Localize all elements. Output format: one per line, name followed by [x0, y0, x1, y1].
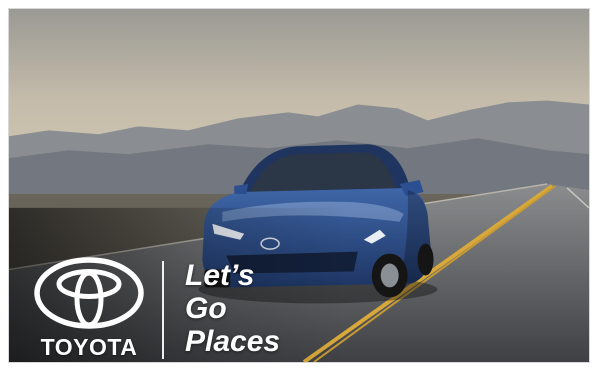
tagline: Let’s Go Places: [185, 259, 280, 358]
tagline-line-2: Go: [185, 292, 227, 325]
toyota-ad-banner[interactable]: TOYOTA Let’s Go Places: [8, 8, 590, 363]
logo-divider: [162, 261, 164, 359]
toyota-emblem-icon: [34, 257, 144, 329]
tagline-line-3: Places: [185, 325, 281, 358]
brand-wordmark: TOYOTA: [40, 334, 138, 360]
tagline-line-1: Let’s: [185, 259, 255, 292]
ad-frame: TOYOTA Let’s Go Places: [0, 0, 598, 372]
